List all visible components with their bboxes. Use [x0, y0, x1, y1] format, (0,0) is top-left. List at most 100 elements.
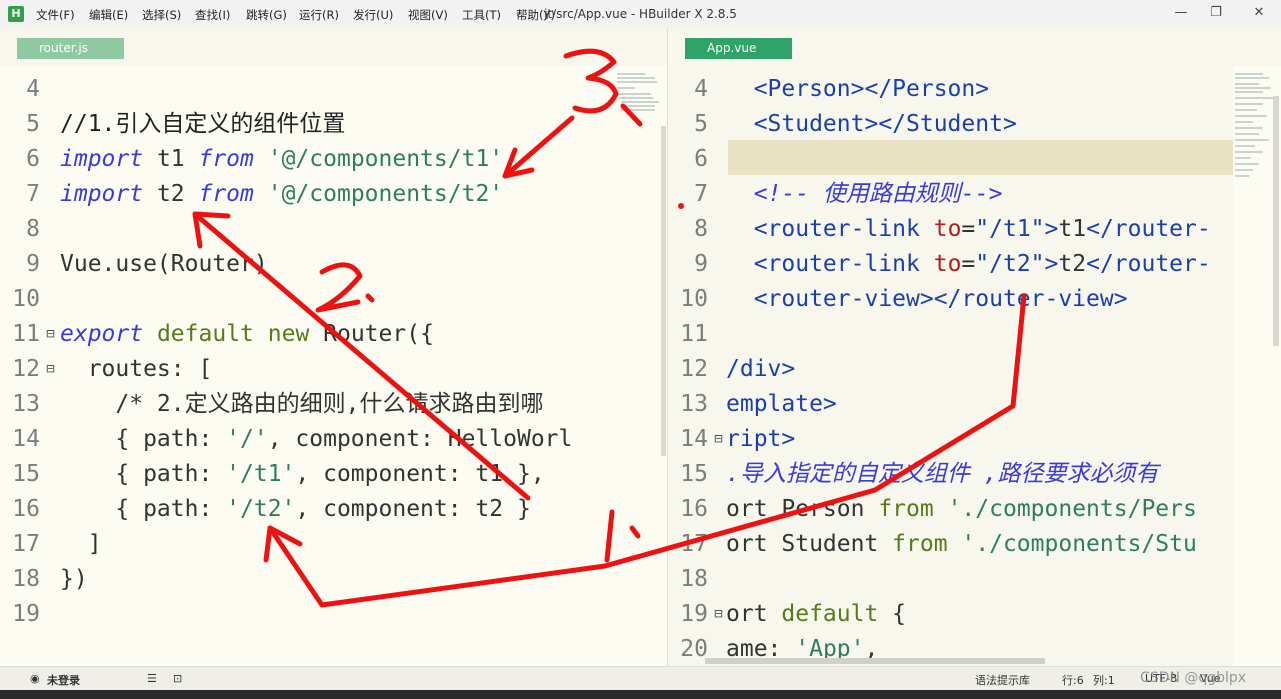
- code-line[interactable]: 7 <!-- 使用路由规则-->: [668, 177, 1233, 212]
- code-line[interactable]: 9 Vue.use(Router): [0, 247, 660, 282]
- code-line[interactable]: 16 ort Person from './components/Pers: [668, 492, 1233, 527]
- code-token: <Person></Person>: [726, 76, 990, 102]
- line-number: 16: [12, 496, 40, 522]
- code-token: ort: [726, 601, 782, 627]
- code-line[interactable]: 16 { path: '/t2', component: t2 }: [0, 492, 660, 527]
- code-token: { path:: [60, 496, 227, 522]
- code-token: }): [60, 566, 88, 592]
- code-line[interactable]: 19 ⊟ ort default {: [668, 597, 1233, 632]
- line-number: 18: [12, 566, 40, 592]
- menu-item-0[interactable]: 文件(F): [36, 7, 75, 23]
- code-line[interactable]: 13 emplate>: [668, 387, 1233, 422]
- code-line[interactable]: 12/div>: [668, 352, 1233, 387]
- code-token: export: [60, 321, 144, 347]
- code-line[interactable]: 18}): [0, 562, 660, 597]
- fold-toggle-icon[interactable]: ⊟: [714, 597, 723, 622]
- restore-button[interactable]: ❐: [1205, 3, 1227, 23]
- code-line[interactable]: 15 { path: '/t1', component: t1 },: [0, 457, 660, 492]
- code-line[interactable]: 19: [0, 597, 660, 632]
- title-bar: H 文件(F) 编辑(E) 选择(S) 查找(I) 跳转(G) 运行(R) 发行(U) 视图(…: [0, 0, 1281, 28]
- menu-item-1[interactable]: 编辑(E): [89, 7, 128, 23]
- menu-item-7[interactable]: 视图(V): [408, 7, 448, 23]
- code-line[interactable]: 11: [668, 317, 1233, 352]
- code-line[interactable]: 5 //1.引入自定义的组件位置: [0, 107, 660, 142]
- code-token: '/': [226, 426, 268, 452]
- menu-item-6[interactable]: 发行(U): [353, 7, 393, 23]
- code-line[interactable]: 8 <router-link to="/t1">t1</router-: [668, 212, 1233, 247]
- code-line[interactable]: 8: [0, 212, 660, 247]
- code-text: import t1 from '@/components/t1': [60, 142, 503, 177]
- close-button[interactable]: ✕: [1248, 3, 1270, 23]
- code-line[interactable]: 6: [668, 142, 1233, 177]
- code-line[interactable]: 11 ⊟ export default new Router({: [0, 317, 660, 352]
- code-line[interactable]: 7 import t2 from '@/components/t2': [0, 177, 660, 212]
- left-code-editor[interactable]: 4 5 //1.引入自定义的组件位置 6 import t1 from '@/compo…: [0, 66, 660, 666]
- code-token: to: [933, 251, 962, 277]
- terminal-icon[interactable]: ⊡: [173, 672, 182, 685]
- code-token: </router-: [1086, 251, 1211, 277]
- fold-toggle-icon[interactable]: ⊟: [714, 422, 723, 447]
- line-number: 5: [26, 111, 40, 137]
- code-line[interactable]: 14 ⊟ ript>: [668, 422, 1233, 457]
- code-line[interactable]: 14 { path: '/', component: HelloWorl: [0, 422, 660, 457]
- code-token: new: [267, 321, 310, 347]
- code-token: import: [60, 181, 144, 207]
- code-text: ort default {: [726, 597, 906, 632]
- code-line[interactable]: 15 .导入指定的自定义组件 ,路径要求必须有: [668, 457, 1233, 492]
- code-token: </router-: [1086, 216, 1211, 242]
- fold-toggle-icon[interactable]: ⊟: [46, 317, 55, 342]
- code-line[interactable]: 5 <Student></Student>: [668, 107, 1233, 142]
- code-line[interactable]: 17 ort Student from './components/Stu: [668, 527, 1233, 562]
- code-line[interactable]: 10 <router-view></router-view>: [668, 282, 1233, 317]
- code-text: .导入指定的自定义组件 ,路径要求必须有: [726, 457, 1159, 492]
- code-token: from: [198, 146, 254, 172]
- cursor-line[interactable]: 行:6: [1062, 672, 1084, 688]
- hbuilder-logo-icon: H: [8, 6, 24, 22]
- line-number: 12: [12, 356, 40, 382]
- line-number: 17: [680, 531, 708, 557]
- code-line[interactable]: 12 ⊟ routes: [: [0, 352, 660, 387]
- fold-toggle-icon[interactable]: ⊟: [46, 352, 55, 377]
- menu-item-5[interactable]: 运行(R): [299, 7, 339, 23]
- code-line[interactable]: 17 ]: [0, 527, 660, 562]
- code-token: '@/components/t1': [267, 146, 504, 172]
- right-minimap[interactable]: [1233, 66, 1281, 666]
- code-line[interactable]: 9 <router-link to="/t2">t2</router-: [668, 247, 1233, 282]
- login-status[interactable]: 未登录: [47, 672, 80, 688]
- code-line[interactable]: 4 <Person></Person>: [668, 72, 1233, 107]
- line-number: 20: [680, 636, 708, 662]
- left-minimap[interactable]: [615, 66, 667, 666]
- code-token: ript>: [726, 426, 796, 452]
- code-token: , component: t1 },: [295, 461, 545, 487]
- minimize-button[interactable]: —: [1170, 3, 1192, 23]
- code-text: }): [60, 562, 88, 597]
- line-number: 6: [694, 146, 708, 172]
- code-line[interactable]: 4: [0, 72, 660, 107]
- menu-item-3[interactable]: 查找(I): [195, 7, 230, 23]
- code-token: from: [878, 496, 934, 522]
- code-token: =: [961, 251, 976, 277]
- code-text: export default new Router({: [60, 317, 434, 352]
- tab-app-vue[interactable]: App.vue: [685, 38, 792, 59]
- right-horizontal-scrollbar[interactable]: [705, 658, 1045, 664]
- menu-item-4[interactable]: 跳转(G): [246, 7, 287, 23]
- code-line[interactable]: 18: [668, 562, 1233, 597]
- tab-router-js[interactable]: router.js: [17, 38, 124, 59]
- code-line[interactable]: 6 import t1 from '@/components/t1': [0, 142, 660, 177]
- code-token: { path:: [60, 426, 227, 452]
- cursor-column[interactable]: 列:1: [1093, 672, 1115, 688]
- code-text: <Person></Person>: [726, 72, 989, 107]
- code-line[interactable]: 10: [0, 282, 660, 317]
- menu-item-9[interactable]: 帮助(Y): [516, 7, 555, 23]
- code-token: ort Student: [726, 531, 893, 557]
- list-icon[interactable]: ☰: [147, 672, 157, 685]
- right-code-editor[interactable]: 4 <Person></Person> 5 <Student></Student>…: [668, 66, 1233, 666]
- menu-item-2[interactable]: 选择(S): [142, 7, 181, 23]
- syntax-hint-library[interactable]: 语法提示库: [975, 672, 1030, 688]
- code-token: ort Person: [726, 496, 879, 522]
- left-tab-strip: router.js: [0, 28, 667, 66]
- menu-item-8[interactable]: 工具(T): [462, 7, 501, 23]
- code-line[interactable]: 13 /* 2.定义路由的细则,什么请求路由到哪: [0, 387, 660, 422]
